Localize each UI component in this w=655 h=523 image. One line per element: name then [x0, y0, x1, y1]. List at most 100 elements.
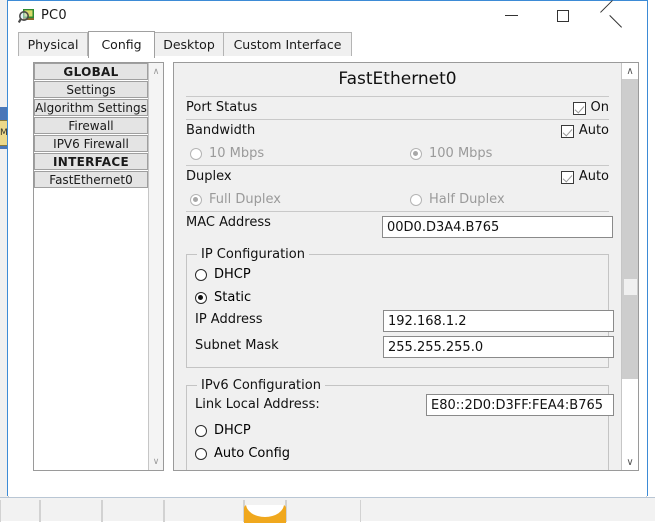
ip-dhcp-radio[interactable]	[195, 268, 207, 281]
sidebar-scroll-up-icon[interactable]: ∧	[149, 64, 163, 79]
bandwidth-row: Bandwidth Auto	[186, 120, 609, 142]
bandwidth-10mbps-label: 10 Mbps	[209, 146, 265, 161]
tab-config[interactable]: Config	[88, 31, 155, 58]
ipv6-dhcp-radio[interactable]	[195, 424, 207, 437]
duplex-auto-control[interactable]: Auto	[560, 166, 609, 188]
ipv6-static-label: Static	[214, 465, 251, 470]
pc0-window: PC0 Physical Config Desktop Custom Inter…	[7, 0, 648, 496]
panel-scroll-down-icon[interactable]: ∨	[622, 454, 638, 470]
scrollbar-track[interactable]	[622, 79, 638, 379]
port-status-checkbox-label: On	[590, 100, 609, 115]
ipv6-static-row: Static	[195, 465, 600, 472]
sidebar-item-algorithm-settings[interactable]: Algorithm Settings	[34, 99, 148, 116]
minimize-button[interactable]	[488, 1, 534, 30]
link-local-address-input[interactable]: E80::2D0:D3FF:FEA4:B765	[426, 394, 614, 416]
taskbar-cell[interactable]	[164, 500, 244, 522]
subnet-mask-row: Subnet Mask 255.255.255.0	[195, 335, 614, 361]
tab-desktop[interactable]: Desktop	[154, 32, 224, 57]
taskbar-cell[interactable]	[102, 500, 164, 522]
tab-bar: Physical Config Desktop Custom Interface	[8, 31, 647, 58]
ipv6-configuration-legend: IPv6 Configuration	[201, 378, 321, 393]
interface-config-panel: FastEthernet0 Port Status On Bandwidth A…	[173, 62, 639, 471]
mac-address-row: MAC Address 00D0.D3A4.B765	[186, 212, 613, 243]
sidebar-item-global[interactable]: GLOBAL	[34, 63, 148, 80]
ip-static-label: Static	[214, 290, 252, 305]
bandwidth-10mbps-radio[interactable]	[190, 147, 202, 160]
ip-configuration-legend: IP Configuration	[201, 247, 305, 262]
ip-static-row: Static	[195, 286, 600, 309]
port-status-control[interactable]: On	[572, 97, 609, 119]
ip-static-radio[interactable]	[195, 291, 207, 304]
bandwidth-options-row: 10 Mbps 100 Mbps	[186, 142, 609, 165]
mac-address-input[interactable]: 00D0.D3A4.B765	[382, 216, 613, 238]
bandwidth-100mbps-radio[interactable]	[410, 147, 422, 160]
bandwidth-auto-label: Auto	[578, 123, 609, 138]
duplex-auto-label: Auto	[578, 169, 609, 184]
window-title: PC0	[41, 8, 67, 23]
maximize-icon	[557, 9, 569, 22]
sidebar-item-firewall[interactable]: Firewall	[34, 117, 148, 134]
bandwidth-10mbps-option[interactable]: 10 Mbps	[190, 142, 264, 165]
taskbar-cell[interactable]	[0, 500, 40, 522]
close-button[interactable]	[594, 1, 640, 30]
ip-address-row: IP Address 192.168.1.2	[195, 309, 614, 335]
ip-address-label: IP Address	[195, 312, 263, 327]
duplex-auto-checkbox[interactable]	[560, 170, 574, 184]
ip-dhcp-option[interactable]: DHCP	[195, 263, 251, 286]
sidebar-scroll-down-icon[interactable]: ∨	[149, 454, 163, 469]
subnet-mask-label: Subnet Mask	[195, 338, 279, 353]
config-panel-content: FastEthernet0 Port Status On Bandwidth A…	[174, 63, 621, 472]
full-duplex-option[interactable]: Full Duplex	[190, 188, 281, 211]
taskbar-cell[interactable]	[40, 500, 102, 522]
ipv6-auto-config-label: Auto Config	[214, 446, 291, 461]
port-status-row: Port Status On	[186, 97, 609, 119]
taskbar[interactable]	[0, 497, 655, 522]
bandwidth-auto-control[interactable]: Auto	[560, 120, 609, 142]
taskbar-cell[interactable]	[286, 500, 361, 522]
bandwidth-100mbps-label: 100 Mbps	[429, 146, 493, 161]
ipv6-auto-config-option[interactable]: Auto Config	[195, 442, 290, 465]
ipv6-auto-config-radio[interactable]	[195, 447, 207, 460]
ipv6-static-option[interactable]: Static	[195, 465, 251, 472]
sidebar-scrollbar[interactable]: ∧ ∨	[148, 63, 163, 470]
bandwidth-auto-checkbox[interactable]	[560, 124, 574, 138]
link-local-address-label: Link Local Address:	[195, 397, 320, 412]
duplex-row: Duplex Auto	[186, 166, 609, 188]
port-status-checkbox[interactable]	[572, 101, 586, 115]
half-duplex-radio[interactable]	[410, 193, 422, 206]
sidebar-item-fastethernet0[interactable]: FastEthernet0	[34, 171, 148, 188]
ip-static-option[interactable]: Static	[195, 286, 251, 309]
ipv6-dhcp-label: DHCP	[214, 423, 251, 438]
ipv6-dhcp-option[interactable]: DHCP	[195, 419, 251, 442]
config-panel-scrollbar[interactable]: ∧ ∨	[621, 63, 638, 470]
half-duplex-option[interactable]: Half Duplex	[410, 188, 505, 211]
subnet-mask-input[interactable]: 255.255.255.0	[383, 336, 614, 358]
ip-address-input[interactable]: 192.168.1.2	[383, 310, 614, 332]
link-local-address-row: Link Local Address: E80::2D0:D3FF:FEA4:B…	[195, 394, 614, 419]
tab-physical[interactable]: Physical	[18, 32, 88, 57]
bandwidth-100mbps-option[interactable]: 100 Mbps	[410, 142, 492, 165]
tab-custom-interface[interactable]: Custom Interface	[223, 32, 352, 57]
taskbar-app-icon[interactable]	[244, 505, 286, 523]
ipv6-dhcp-row: DHCP	[195, 419, 600, 442]
sidebar-item-settings[interactable]: Settings	[34, 81, 148, 98]
minimize-icon	[504, 15, 518, 16]
panel-scroll-up-icon[interactable]: ∧	[622, 63, 638, 79]
window-titlebar[interactable]: PC0	[8, 1, 647, 31]
ipv6-static-radio[interactable]	[195, 471, 207, 472]
ip-configuration-group: IP Configuration DHCP Static IP Address …	[186, 247, 614, 368]
duplex-options-row: Full Duplex Half Duplex	[186, 188, 609, 211]
full-duplex-radio[interactable]	[190, 193, 202, 206]
duplex-label: Duplex	[186, 169, 232, 184]
close-icon	[610, 9, 624, 23]
sidebar-item-ipv6-firewall[interactable]: IPV6 Firewall	[34, 135, 148, 152]
port-status-label: Port Status	[186, 100, 258, 115]
panel-title: FastEthernet0	[338, 69, 457, 89]
config-sidebar: GLOBAL Settings Algorithm Settings Firew…	[33, 62, 164, 471]
half-duplex-label: Half Duplex	[429, 192, 505, 207]
pc-magnifier-icon	[18, 9, 34, 24]
scrollbar-thumb[interactable]	[624, 279, 637, 295]
maximize-button[interactable]	[540, 1, 586, 30]
ip-dhcp-row: DHCP	[195, 263, 600, 286]
sidebar-item-interface[interactable]: INTERFACE	[34, 153, 148, 170]
